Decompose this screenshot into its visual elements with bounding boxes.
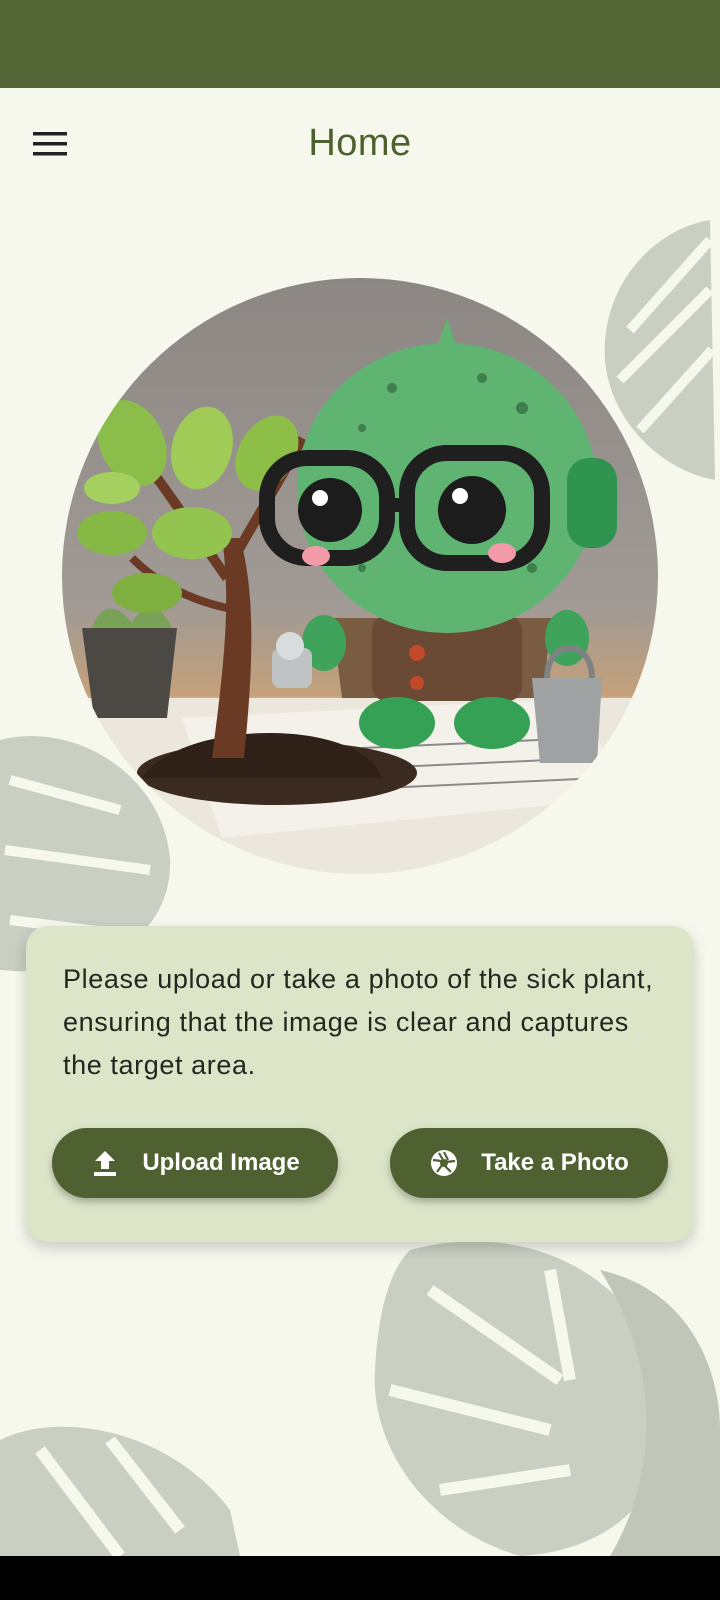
- status-bar: [0, 0, 720, 88]
- page-title: Home: [308, 122, 412, 164]
- upload-image-button[interactable]: Upload Image: [52, 1128, 338, 1198]
- upload-icon: [90, 1148, 120, 1178]
- hero-image: [62, 278, 658, 874]
- monstera-leaf-decoration: [374, 1241, 720, 1556]
- top-app-bar: Home: [0, 88, 720, 200]
- camera-shutter-icon: [429, 1148, 459, 1178]
- take-photo-label: Take a Photo: [481, 1149, 629, 1176]
- instruction-text: Please upload or take a photo of the sic…: [63, 964, 654, 1080]
- take-photo-button[interactable]: Take a Photo: [390, 1128, 668, 1198]
- plant-doctor-robot-illustration: [62, 318, 658, 874]
- monstera-leaf-decoration: [0, 1426, 240, 1556]
- instruction-card: Please upload or take a photo of the sic…: [26, 926, 694, 1242]
- navigation-bar: [0, 1556, 720, 1600]
- upload-image-label: Upload Image: [142, 1149, 300, 1176]
